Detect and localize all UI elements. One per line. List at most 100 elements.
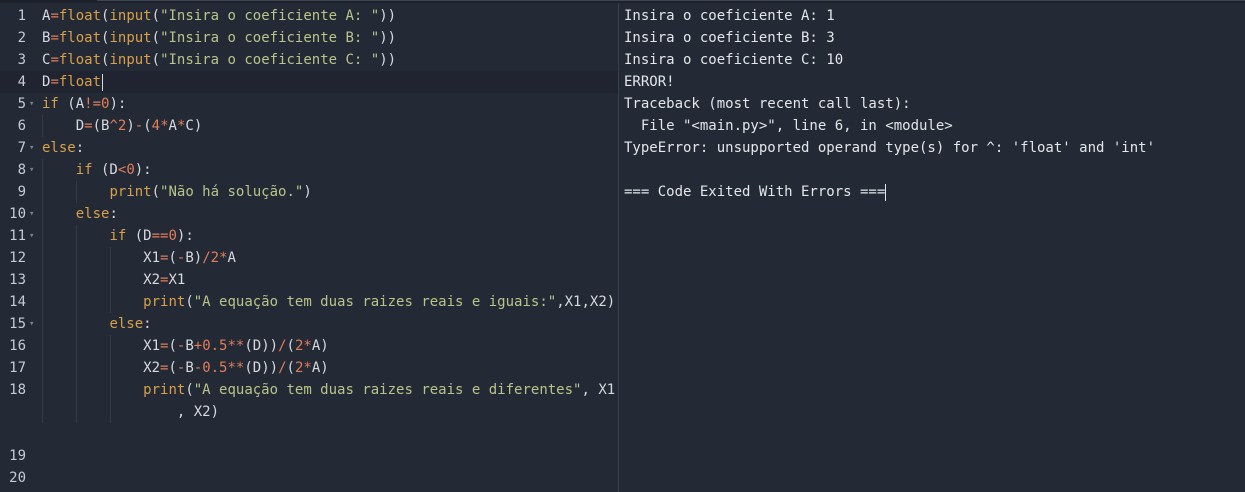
chevron-down-icon[interactable]: ▾ [29, 203, 37, 225]
code-line[interactable]: 3 C=float(input("Insira o coeficiente C: … [0, 49, 618, 71]
code-token: input [109, 52, 152, 68]
code-token: )) [379, 30, 397, 46]
code-line[interactable]: 16 X1=(-B+0.5**(D))/(2*A) [0, 335, 618, 357]
code-line[interactable]: 17 X2=(-B-0.5**(D))/(2*A) [0, 357, 618, 379]
code-line[interactable]: 1 A=float(input("Insira o coeficiente A: … [0, 5, 618, 27]
code-line[interactable]: , X2) [0, 401, 618, 423]
chevron-down-icon[interactable]: ▾ [29, 159, 37, 181]
indent-guide [75, 225, 77, 247]
code-line[interactable]: 18 print("A equação tem duas raizes reai… [0, 379, 618, 401]
code-token: ( [185, 382, 194, 398]
code-token: (B [92, 118, 110, 134]
code-token: ( [151, 52, 161, 68]
code-token: = [50, 52, 59, 68]
code-token: ( [286, 360, 295, 376]
code-line[interactable]: 8 ▾ if (D<0): [0, 159, 618, 181]
code-line[interactable]: 12 X1=(-B)/2*A [0, 247, 618, 269]
line-number: 10 [9, 206, 26, 222]
code-token: D [42, 118, 85, 134]
code-token: ( [151, 30, 161, 46]
line-number: 17 [9, 360, 26, 376]
code-token: "Não há solução." [160, 184, 304, 200]
code-line[interactable]: 6 D=(B^2)-(4*A*C) [0, 115, 618, 137]
code-token: ): [134, 162, 152, 178]
code-line[interactable]: 10 ▾ else: [0, 203, 618, 225]
code-token: if [109, 228, 127, 244]
code-editor[interactable]: 1 A=float(input("Insira o coeficiente A: … [0, 3, 618, 492]
code-token: = [50, 74, 59, 90]
code-token: ) [303, 184, 312, 200]
tab-bar-edge [97, 0, 1245, 1]
console-line: === Code Exited With Errors === [624, 181, 887, 203]
indent-guide [42, 335, 43, 357]
chevron-down-icon[interactable]: ▾ [29, 313, 37, 335]
code-token: ( [168, 250, 177, 266]
indent-guide [42, 291, 43, 313]
code-text: X1=(-B+0.5**(D))/(2*A) [42, 335, 329, 357]
code-text: X2=(-B-0.5**(D))/(2*A) [42, 357, 329, 379]
line-number: 5 [17, 96, 26, 112]
code-token: X2 [42, 272, 161, 288]
code-line[interactable]: 5 ▾ if (A!=0): [0, 93, 618, 115]
code-token: if [42, 96, 59, 112]
code-token: "Insira o coeficiente C: " [160, 52, 380, 68]
code-text: A=float(input("Insira o coeficiente A: "… [42, 5, 396, 27]
code-line[interactable]: 2 B=float(input("Insira o coeficiente B: … [0, 27, 618, 49]
code-token: = [50, 30, 59, 46]
console-text: Insira o coeficiente C: 10 [624, 52, 844, 68]
code-line[interactable]: 14 print("A equação tem duas raizes reai… [0, 291, 618, 313]
code-line[interactable]: 19 [0, 445, 618, 467]
indent-guide [42, 269, 43, 291]
code-line[interactable]: 9 print("Não há solução.") [0, 181, 618, 203]
code-token: ( [168, 338, 177, 354]
code-token: X1 [168, 272, 186, 288]
code-text: if (D<0): [42, 159, 152, 181]
code-token: "A equação tem duas raizes reais e difer… [193, 382, 582, 398]
indent-guide [75, 269, 77, 291]
chevron-down-icon[interactable]: ▾ [29, 137, 37, 159]
console-line: Insira o coeficiente A: 1 [624, 5, 835, 27]
output-console[interactable]: Insira o coeficiente A: 1 Insira o coefic… [619, 3, 1245, 492]
code-text: X2=X1 [42, 269, 185, 291]
code-token: else [75, 206, 110, 222]
code-text: D=float [42, 71, 104, 93]
line-number: 2 [17, 30, 26, 46]
code-token: "A equação tem duas raizes reais e iguai… [193, 294, 557, 310]
code-line[interactable]: 13 X2=X1 [0, 269, 618, 291]
code-token: ): [109, 96, 127, 112]
code-token: )) [379, 52, 397, 68]
code-token: "Insira o coeficiente A: " [160, 8, 380, 24]
indent-guide [42, 115, 43, 137]
code-line[interactable] [0, 423, 618, 445]
code-text: else: [42, 203, 118, 225]
chevron-down-icon[interactable]: ▾ [29, 93, 37, 115]
text-cursor [102, 73, 104, 91]
code-text: else: [42, 313, 151, 335]
code-token: ( [151, 184, 161, 200]
code-token: float [58, 52, 102, 68]
code-line[interactable]: 7 ▾ else: [0, 137, 618, 159]
code-line[interactable]: 4 D=float [0, 71, 618, 93]
code-line[interactable]: 11 ▾ if (D==0): [0, 225, 618, 247]
code-token: input [109, 30, 152, 46]
console-text: File "<main.py>", line 6, in <module> [624, 118, 953, 134]
code-line[interactable]: 15 ▾ else: [0, 313, 618, 335]
code-text: X1=(-B)/2*A [42, 247, 236, 269]
code-line[interactable]: 20 [0, 467, 618, 489]
code-token: ( [151, 8, 161, 24]
code-text: print("A equação tem duas raizes reais e… [42, 379, 615, 401]
code-token: X2 [42, 360, 161, 376]
line-number: 18 [9, 382, 26, 398]
indent-guide [75, 379, 77, 401]
code-token: * [160, 118, 169, 134]
chevron-down-icon[interactable]: ▾ [29, 225, 37, 247]
indent-guide [75, 313, 77, 335]
line-number: 14 [9, 294, 26, 310]
line-number: 12 [9, 250, 26, 266]
code-token: X1 [42, 338, 161, 354]
code-token: ( [185, 294, 194, 310]
code-token: print [143, 294, 186, 310]
code-token: A [227, 250, 236, 266]
code-token: 0.5 [202, 338, 228, 354]
